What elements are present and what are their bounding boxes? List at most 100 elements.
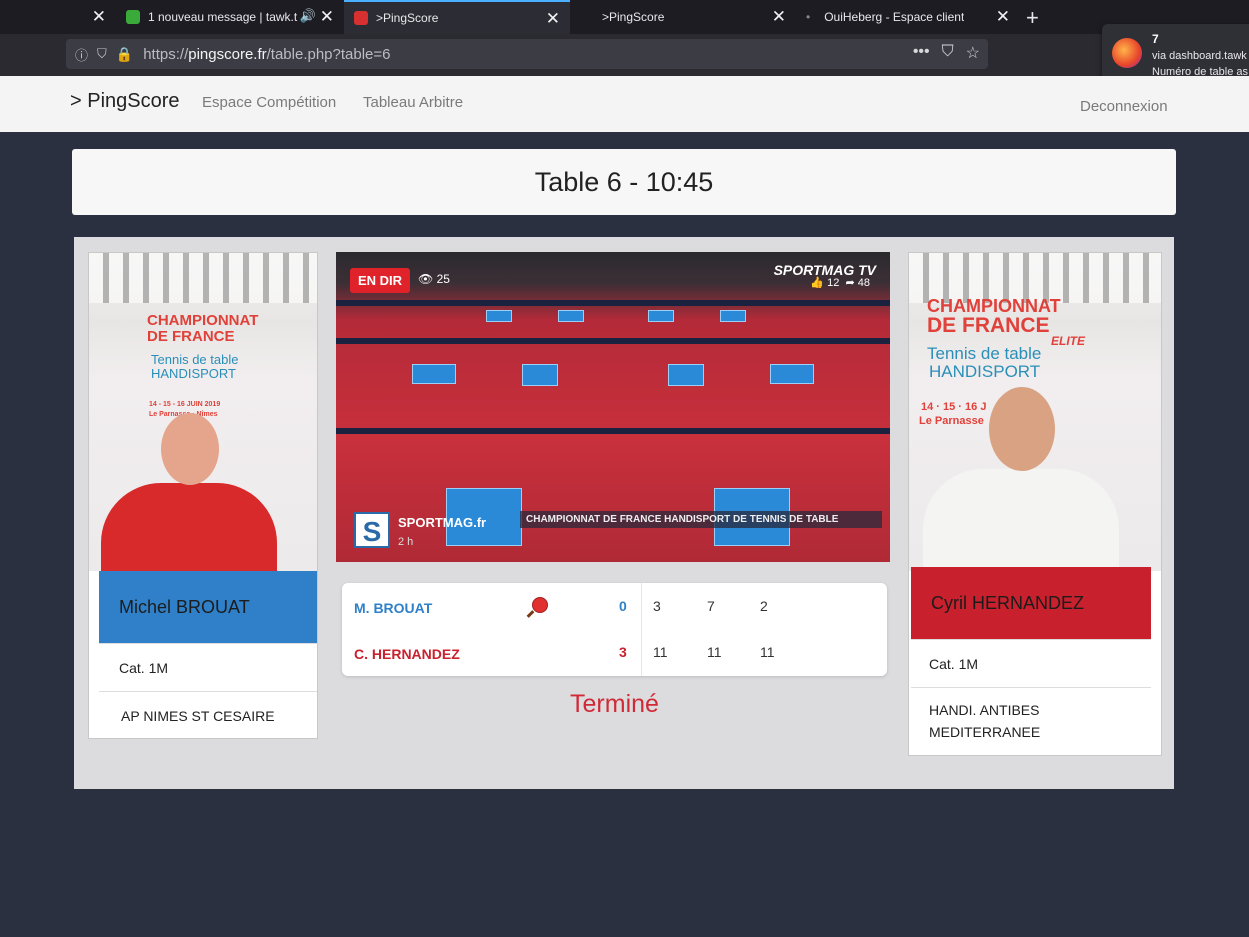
close-icon[interactable]: ✕ bbox=[92, 7, 106, 27]
poster-elite: ELITE bbox=[1051, 334, 1086, 348]
pingpong-table bbox=[558, 310, 584, 322]
more-actions-icon[interactable]: ••• bbox=[913, 43, 930, 63]
court-divider bbox=[336, 338, 890, 344]
score-player1-game2: 7 bbox=[707, 598, 715, 614]
player2-name: Cyril HERNANDEZ bbox=[911, 567, 1151, 639]
page-title: Table 6 - 10:45 bbox=[534, 167, 714, 197]
tab-title: OuiHeberg - Espace client bbox=[824, 10, 965, 24]
player2-club: HANDI. ANTIBES MEDITERRANEE bbox=[911, 687, 1151, 753]
close-icon[interactable]: ✕ bbox=[996, 7, 1010, 27]
sportmag-s-logo: S bbox=[354, 512, 390, 548]
nav-tableau-arbitre[interactable]: Tableau Arbitre bbox=[363, 94, 463, 111]
view-count-value: 25 bbox=[436, 272, 450, 286]
poster-title-line2: DE FRANCE bbox=[927, 314, 1050, 337]
court-divider bbox=[336, 300, 890, 306]
browser-tab-bar: ✕ 1 nouveau message | tawk.t 🔊 ✕ >PingSc… bbox=[0, 0, 1249, 34]
browser-tab-3[interactable]: >PingScore ✕ bbox=[570, 0, 796, 34]
score-row-player1: M. BROUAT 0 3 7 2 bbox=[342, 583, 887, 629]
video-source: SPORTMAG.fr bbox=[398, 515, 487, 530]
video-reactions: 👍 12 ➦ 48 bbox=[810, 276, 870, 289]
pingscore-favicon-icon bbox=[354, 11, 368, 25]
player1-category: Cat. 1M bbox=[99, 643, 317, 691]
share-arrow-icon[interactable]: ➦ bbox=[845, 277, 854, 289]
new-tab-plus-icon[interactable]: + bbox=[1026, 5, 1039, 31]
player2-card: CHAMPIONNAT DE FRANCE ELITE Tennis de ta… bbox=[908, 252, 1162, 756]
tab-title: >PingScore bbox=[602, 10, 665, 24]
pingpong-table bbox=[668, 364, 704, 386]
pingpong-table bbox=[648, 310, 674, 322]
tab-title: 1 nouveau message | tawk.t bbox=[148, 10, 298, 24]
score-player2-game3: 11 bbox=[760, 644, 775, 660]
poster-title-line2: DE FRANCE bbox=[147, 328, 235, 345]
player1-photo: CHAMPIONNAT DE FRANCE Tennis de table HA… bbox=[89, 253, 317, 571]
share-count: 48 bbox=[857, 277, 870, 289]
info-icon[interactable]: ⓘ bbox=[75, 45, 88, 64]
url-bar[interactable]: ⓘ ⛉ 🔒 https://pingscore.fr/table.php?tab… bbox=[66, 39, 988, 69]
tab-title: >PingScore bbox=[376, 11, 439, 25]
video-ticker: CHAMPIONNAT DE FRANCE HANDISPORT DE TENN… bbox=[520, 511, 882, 528]
url-prefix: https:// bbox=[143, 45, 189, 63]
browser-tab-4[interactable]: • OuiHeberg - Espace client ✕ bbox=[796, 0, 1020, 34]
poster-subtitle-line2: HANDISPORT bbox=[929, 362, 1041, 381]
close-icon[interactable]: ✕ bbox=[772, 7, 786, 27]
pingpong-table bbox=[412, 364, 456, 384]
browser-tab-2[interactable]: >PingScore ✕ bbox=[344, 0, 570, 34]
pingpong-table bbox=[522, 364, 558, 386]
score-player1-game1: 3 bbox=[653, 598, 661, 614]
browser-nav-bar: ⓘ ⛉ 🔒 https://pingscore.fr/table.php?tab… bbox=[0, 34, 1249, 76]
poster-title-line1: CHAMPIONNAT bbox=[147, 312, 259, 329]
arena-arches-graphic bbox=[89, 253, 317, 303]
site-header: > PingScore Espace Compétition Tableau A… bbox=[0, 76, 1249, 132]
court-divider bbox=[336, 428, 890, 434]
player2-club-line2: MEDITERRANEE bbox=[929, 723, 1041, 740]
url-domain: pingscore.fr bbox=[188, 45, 267, 63]
score-row-player2: C. HERNANDEZ 3 11 11 11 bbox=[342, 629, 887, 675]
like-count: 12 bbox=[827, 277, 840, 289]
close-icon[interactable]: ✕ bbox=[320, 7, 334, 27]
speaker-icon[interactable]: 🔊 bbox=[300, 8, 316, 24]
browser-tab-1[interactable]: 1 nouveau message | tawk.t 🔊 ✕ bbox=[116, 0, 344, 34]
close-icon[interactable]: ✕ bbox=[546, 9, 560, 29]
live-badge: EN DIR bbox=[350, 268, 411, 293]
site-brand-link[interactable]: > PingScore bbox=[70, 90, 180, 113]
bookmark-star-icon[interactable]: ☆ bbox=[966, 43, 980, 63]
serve-racket-icon bbox=[532, 597, 548, 613]
player1-name: Michel BROUAT bbox=[99, 571, 317, 643]
player2-head bbox=[989, 387, 1055, 471]
player2-category: Cat. 1M bbox=[911, 639, 1151, 687]
pingpong-table bbox=[486, 310, 512, 322]
score-player1-name: M. BROUAT bbox=[354, 600, 433, 616]
player2-club-line1: HANDI. ANTIBES bbox=[929, 701, 1040, 718]
nav-espace-competition[interactable]: Espace Compétition bbox=[202, 94, 336, 111]
url-path: /table.php?table=6 bbox=[266, 45, 391, 63]
score-player2-sets: 3 bbox=[619, 644, 627, 660]
player1-card: CHAMPIONNAT DE FRANCE Tennis de table HA… bbox=[88, 252, 318, 739]
score-player2-game2: 11 bbox=[707, 644, 722, 660]
poster-subtitle-line1: Tennis de table bbox=[927, 344, 1042, 363]
player1-head bbox=[161, 413, 219, 485]
video-age: 2 h bbox=[398, 536, 414, 548]
notification-source: via dashboard.tawk bbox=[1152, 50, 1247, 62]
tawk-favicon-icon bbox=[126, 10, 140, 24]
scoreboard: M. BROUAT 0 3 7 2 C. HERNANDEZ 3 11 11 1… bbox=[342, 583, 887, 676]
browser-tab-0[interactable]: ✕ bbox=[0, 0, 116, 34]
url-text[interactable]: https://pingscore.fr/table.php?table=6 bbox=[143, 46, 390, 63]
poster-date: 14 · 15 · 16 J bbox=[921, 401, 987, 413]
poster-subtitle-line1: Tennis de table bbox=[151, 352, 239, 367]
tab-dot-icon: • bbox=[806, 10, 811, 24]
shield-icon[interactable]: ⛉ bbox=[97, 46, 107, 62]
player1-club: AP NIMES ST CESAIRE bbox=[99, 691, 317, 739]
score-player1-game3: 2 bbox=[760, 598, 768, 614]
view-count: 👁 25 bbox=[418, 272, 450, 286]
lock-icon[interactable]: 🔒 bbox=[116, 46, 133, 63]
thumbs-up-icon[interactable]: 👍 bbox=[810, 277, 824, 289]
player1-shirt bbox=[101, 483, 277, 571]
pingpong-table bbox=[770, 364, 814, 384]
pocket-icon[interactable]: ⛉ bbox=[942, 43, 954, 63]
notification-count: 7 bbox=[1152, 32, 1159, 46]
live-video-player[interactable]: EN DIR 👁 25 SPORTMAG TV 👍 12 ➦ 48 S SPOR… bbox=[336, 252, 890, 562]
match-status: Terminé bbox=[570, 690, 659, 718]
logout-link[interactable]: Deconnexion bbox=[1080, 98, 1168, 115]
player2-shirt bbox=[923, 469, 1119, 571]
score-player2-name: C. HERNANDEZ bbox=[354, 646, 460, 662]
